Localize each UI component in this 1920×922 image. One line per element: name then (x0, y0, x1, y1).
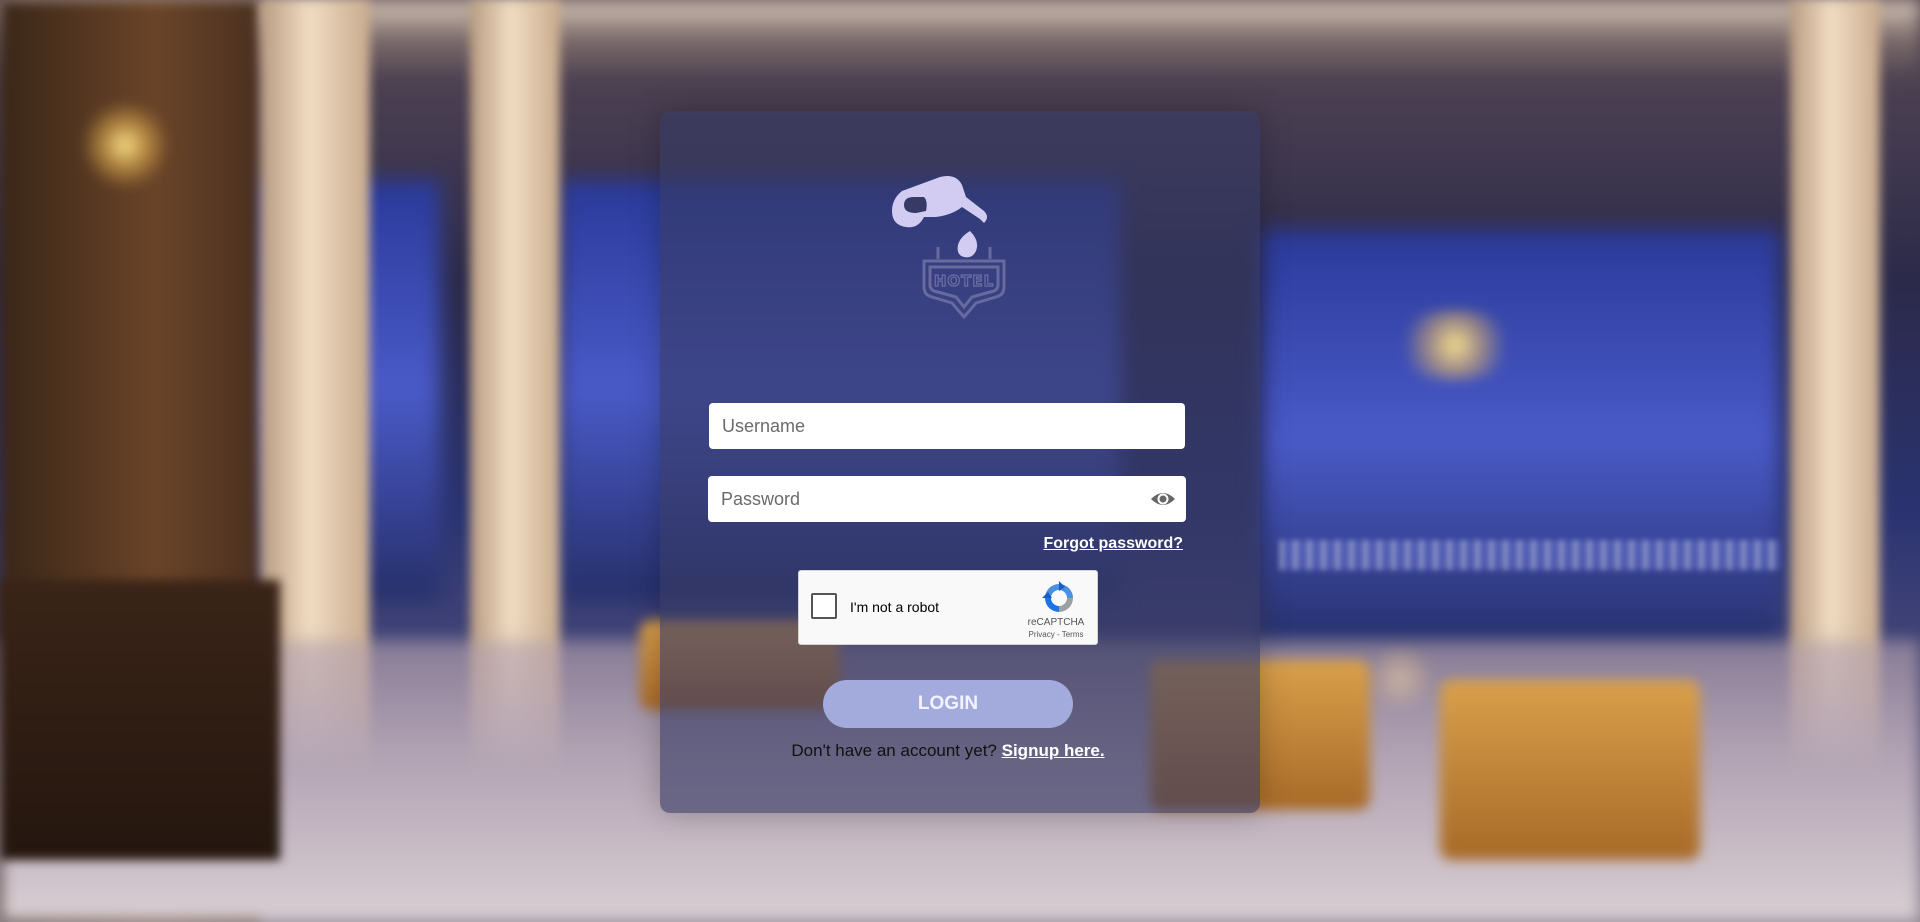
eye-icon[interactable] (1150, 487, 1176, 511)
wall-lamp (80, 100, 170, 190)
password-field[interactable] (708, 476, 1186, 522)
signup-prompt-text: Don't have an account yet? (791, 741, 997, 760)
recaptcha-privacy-terms-links[interactable]: Privacy - Terms (1021, 630, 1091, 639)
floor-lamp (1390, 310, 1520, 380)
signup-prompt-line: Don't have an account yet? Signup here. (660, 741, 1236, 761)
recaptcha-brand: reCAPTCHA (1027, 617, 1085, 628)
password-input[interactable] (708, 476, 1186, 522)
username-input[interactable] (709, 403, 1185, 449)
login-button[interactable]: LOGIN (823, 680, 1073, 728)
recaptcha-label: I'm not a robot (850, 599, 940, 615)
reception-desk (0, 580, 280, 860)
recaptcha-widget: I'm not a robot reCAPTCHA Privacy - Term… (798, 570, 1098, 645)
signup-link[interactable]: Signup here. (1002, 741, 1105, 760)
recaptcha-checkbox[interactable] (811, 593, 837, 619)
recaptcha-logo-icon (1042, 581, 1073, 612)
fuel-nozzle-hotel-sign-icon: HOTEL (892, 176, 1006, 320)
window-pane (1260, 230, 1780, 650)
armchair (1440, 680, 1700, 860)
city-lights (1280, 540, 1780, 570)
forgot-password-link[interactable]: Forgot password? (1043, 535, 1183, 553)
username-field[interactable] (709, 403, 1185, 449)
logo-sign-text: HOTEL (934, 272, 994, 290)
login-card: HOTEL Forgot password? I'm not a robot r… (660, 111, 1260, 813)
